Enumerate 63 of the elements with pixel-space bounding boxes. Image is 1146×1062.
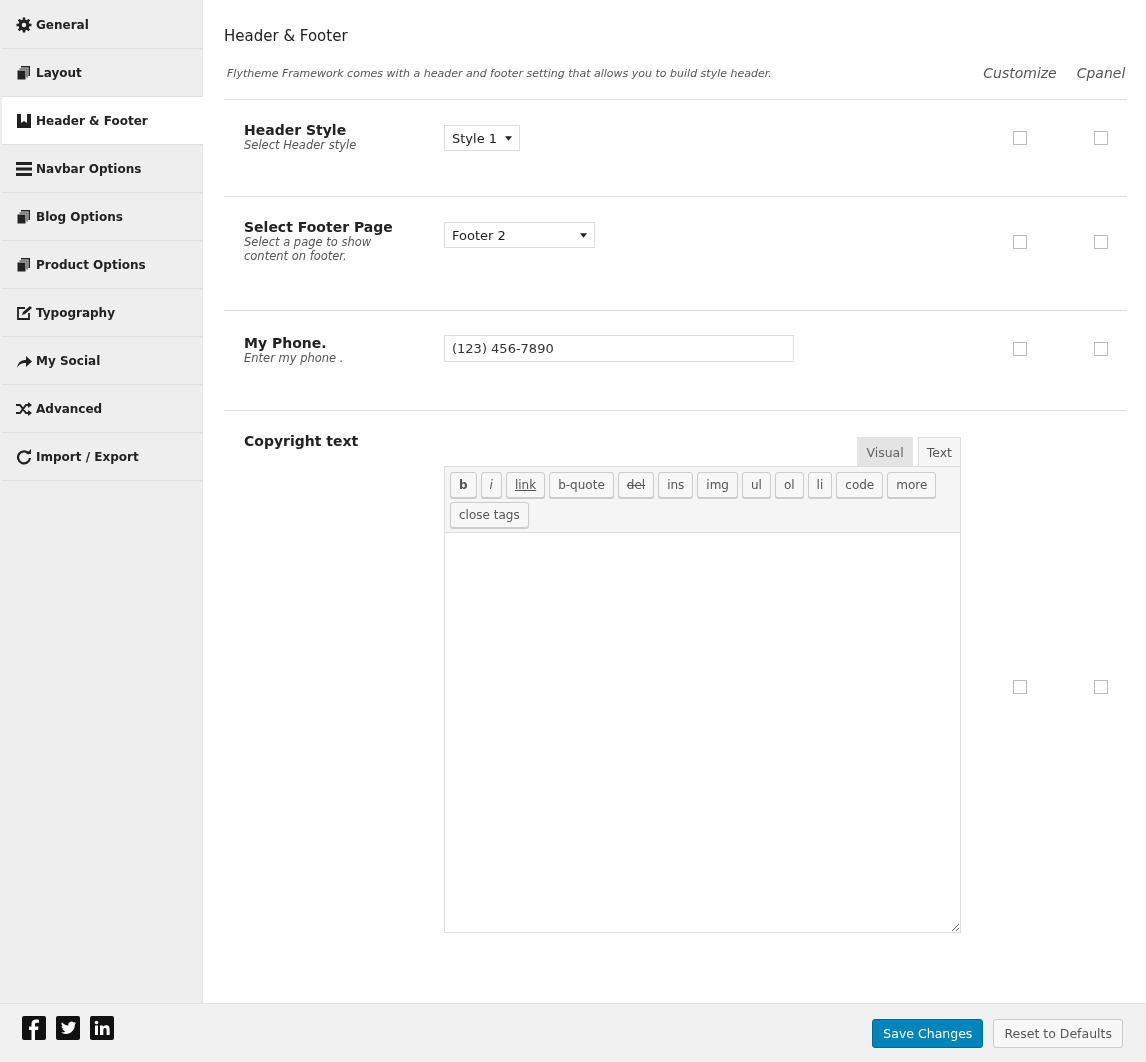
editor-tab[interactable]: Text bbox=[917, 437, 961, 466]
sidebar-item[interactable]: Typography bbox=[2, 289, 202, 337]
quicktag-button[interactable]: img bbox=[697, 472, 738, 498]
facebook-icon[interactable] bbox=[22, 1016, 46, 1040]
quicktag-button[interactable]: link bbox=[505, 472, 546, 498]
quicktag-button[interactable]: b bbox=[450, 472, 477, 498]
sidebar-item[interactable]: My Social bbox=[2, 337, 202, 385]
edit-icon bbox=[16, 304, 32, 321]
quicktag-button[interactable]: code bbox=[836, 472, 884, 498]
phone-input-field[interactable]: (123) 456-7890 bbox=[444, 335, 794, 362]
select-dropdown[interactable]: Footer 2 bbox=[444, 222, 595, 248]
quicktag-button[interactable]: li bbox=[807, 472, 833, 498]
quicktag-button[interactable]: i bbox=[480, 472, 502, 498]
shuffle-icon bbox=[16, 400, 32, 417]
cpanel-checkbox[interactable] bbox=[1094, 235, 1108, 249]
reset-button[interactable]: Reset to Defaults bbox=[993, 1019, 1123, 1048]
customize-checkbox[interactable] bbox=[1013, 680, 1027, 694]
quicktag-button[interactable]: ul bbox=[741, 472, 771, 498]
caret-icon bbox=[505, 135, 513, 141]
quicktag-button[interactable]: del bbox=[617, 472, 655, 498]
quicktag-button[interactable]: more bbox=[887, 472, 937, 498]
cpanel-checkbox[interactable] bbox=[1094, 131, 1108, 145]
cpanel-checkbox[interactable] bbox=[1094, 342, 1108, 356]
pages-icon bbox=[16, 256, 32, 273]
quicktag-button[interactable]: ins bbox=[658, 472, 694, 498]
customize-checkbox[interactable] bbox=[1013, 342, 1027, 356]
field-label: My Phone. bbox=[244, 335, 328, 351]
customize-checkbox[interactable] bbox=[1013, 235, 1027, 249]
pages-icon bbox=[16, 208, 32, 225]
refresh-icon bbox=[16, 448, 32, 465]
field-label: Header Style bbox=[244, 122, 348, 138]
select-dropdown[interactable]: Style 1 bbox=[444, 125, 521, 151]
bookmark-icon bbox=[16, 112, 32, 129]
customize-checkbox[interactable] bbox=[1013, 131, 1027, 145]
quicktag-button[interactable]: b-quote bbox=[549, 472, 614, 498]
cpanel-checkbox[interactable] bbox=[1094, 680, 1108, 694]
gear-icon bbox=[16, 16, 32, 33]
field-description: Select Header style bbox=[244, 138, 358, 152]
field-label: Select Footer Page bbox=[244, 219, 394, 235]
sidebar-item[interactable]: Navbar Options bbox=[2, 145, 202, 193]
column-header: Customize bbox=[982, 65, 1058, 81]
sidebar-item[interactable]: Product Options bbox=[2, 241, 202, 289]
sidebar-item[interactable]: Header & Footer bbox=[2, 97, 203, 145]
menu-icon bbox=[16, 160, 32, 177]
text-area[interactable] bbox=[444, 533, 961, 933]
pages-icon bbox=[16, 64, 32, 81]
sidebar-item[interactable]: General bbox=[2, 1, 202, 49]
quicktag-button[interactable]: ol bbox=[774, 472, 804, 498]
caret-icon bbox=[580, 232, 587, 238]
section-title: Header & Footer bbox=[224, 27, 349, 45]
field-label: Copyright text bbox=[244, 433, 360, 449]
twitter-icon[interactable] bbox=[56, 1016, 80, 1040]
column-header: Cpanel bbox=[1075, 65, 1127, 81]
field-description: Enter my phone . bbox=[244, 351, 345, 365]
field-description: Select a page to show content on footer. bbox=[244, 235, 373, 263]
editor-tab[interactable]: Visual bbox=[857, 437, 913, 466]
section-description: Flytheme Framework comes with a header and footer setting that allows you to build style header. bbox=[227, 66, 773, 80]
save-button[interactable]: Save Changes bbox=[872, 1019, 984, 1048]
sidebar-item[interactable]: Advanced bbox=[2, 385, 202, 433]
sidebar-item[interactable]: Import / Export bbox=[2, 433, 202, 481]
linkedin-icon[interactable] bbox=[90, 1016, 114, 1040]
sidebar-item[interactable]: Blog Options bbox=[2, 193, 202, 241]
quicktag-button[interactable]: close tags bbox=[450, 502, 529, 528]
